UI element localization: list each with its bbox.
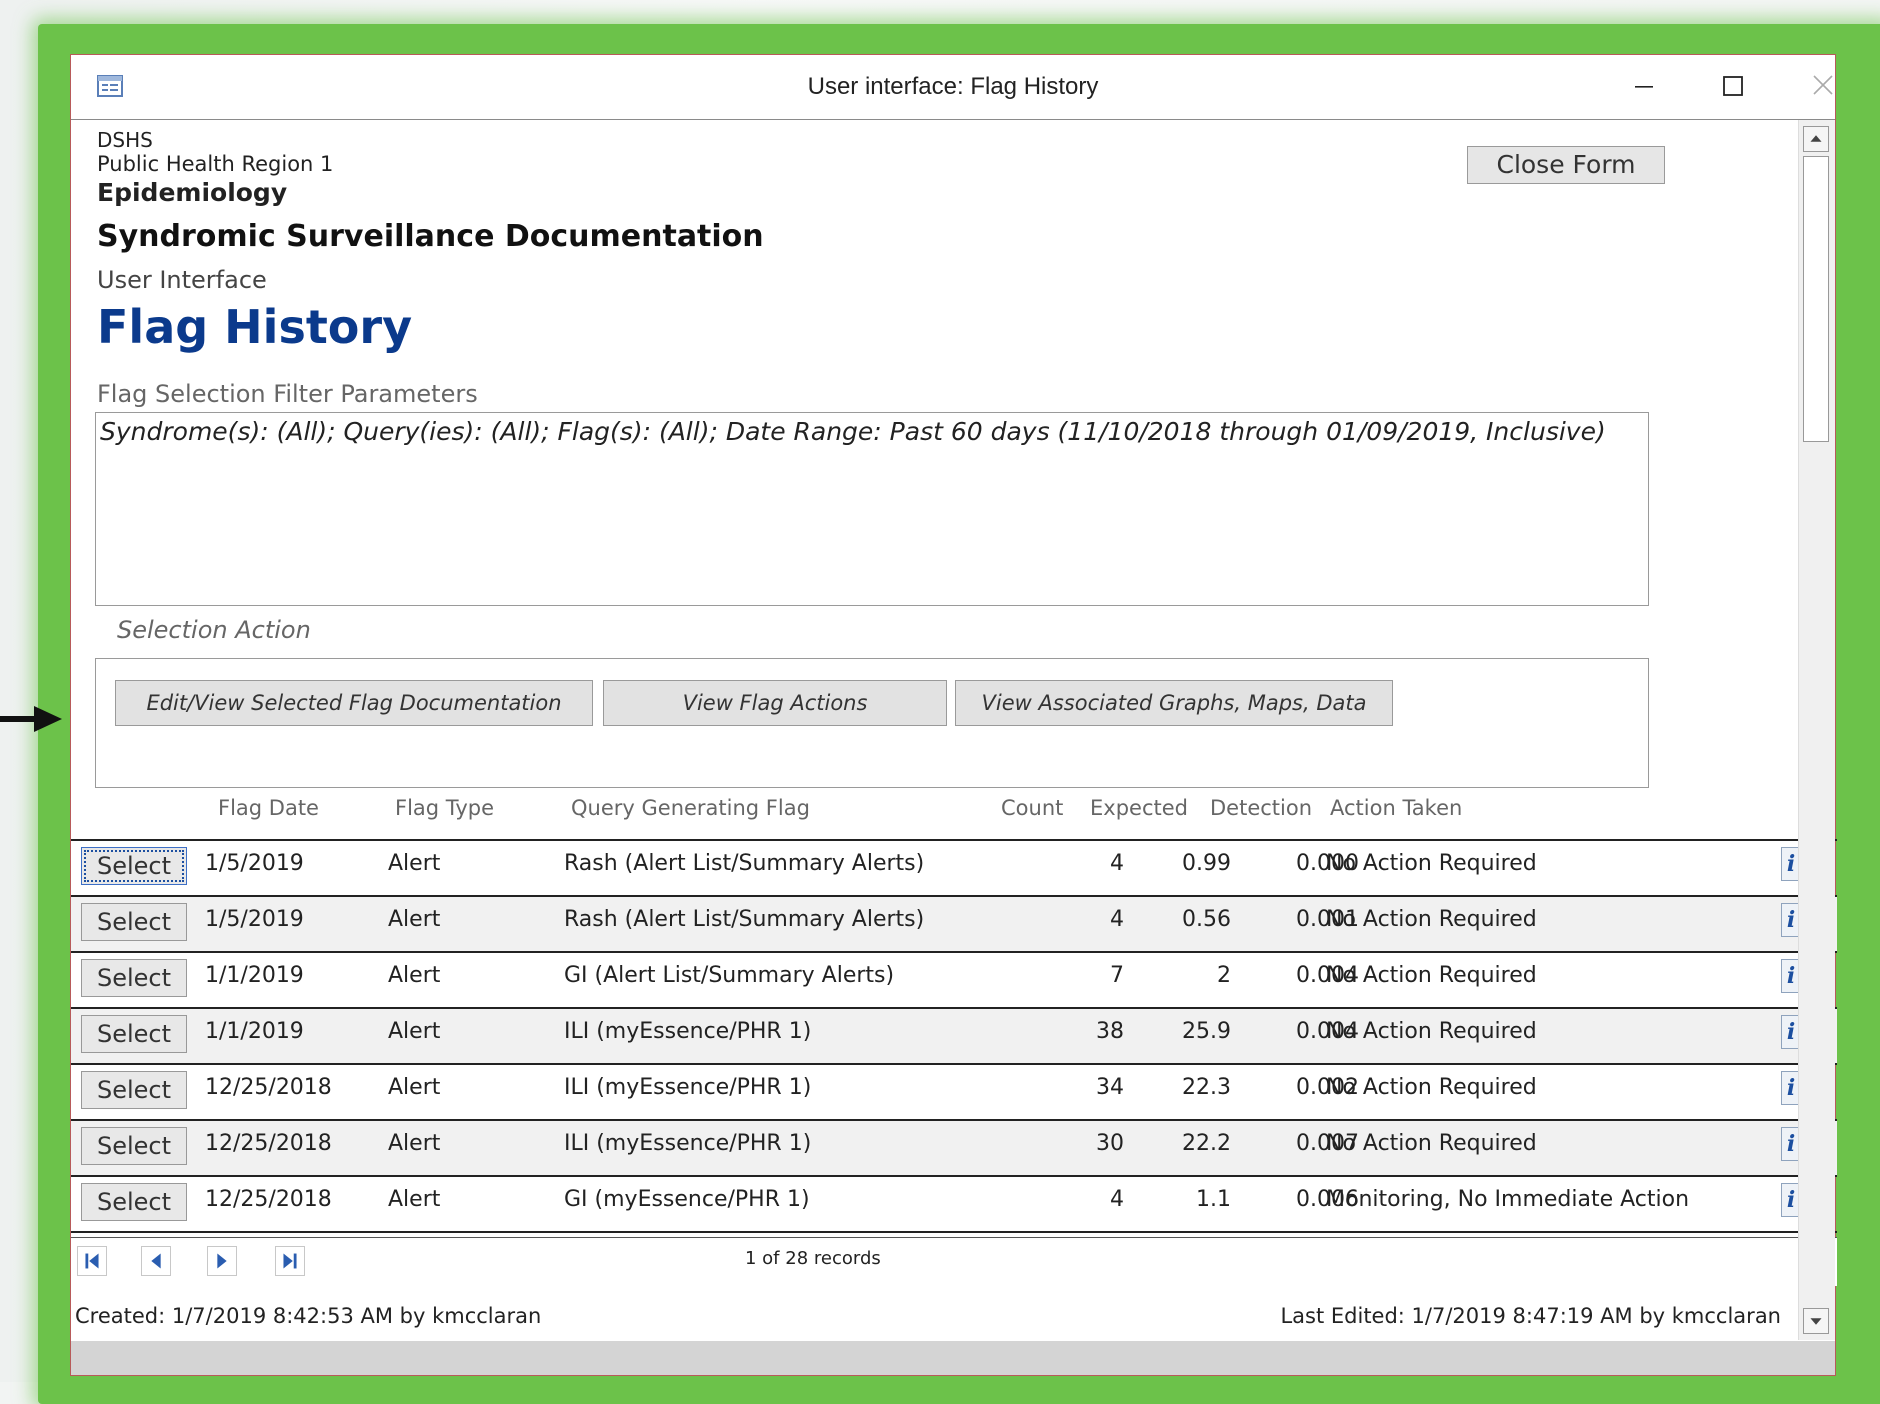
access-form-window: User interface: Flag History DSHS Public…: [70, 54, 1837, 1376]
department-name: Epidemiology: [97, 178, 288, 207]
cell-query: GI (Alert List/Summary Alerts): [564, 963, 895, 988]
cell-count: 38: [1096, 1019, 1124, 1044]
next-record-icon[interactable]: [207, 1246, 237, 1276]
cell-flag-type: Alert: [388, 851, 441, 876]
table-row[interactable]: Select 12/25/2018 Alert ILI (myEssence/PHR …: [71, 1063, 1837, 1119]
cell-count: 34: [1096, 1075, 1124, 1100]
maximize-icon[interactable]: [1713, 69, 1753, 103]
select-row-button[interactable]: Select: [81, 1071, 187, 1109]
cell-count: 7: [1110, 963, 1124, 988]
vertical-scrollbar[interactable]: [1798, 120, 1835, 1340]
page-title: Flag History: [97, 300, 413, 354]
table-row[interactable]: Select 1/5/2019 Alert Rash (Alert List/Summ…: [71, 895, 1837, 951]
view-flag-actions-button[interactable]: View Flag Actions: [603, 680, 947, 726]
select-row-button[interactable]: Select: [81, 1127, 187, 1165]
cell-query: ILI (myEssence/PHR 1): [564, 1131, 812, 1156]
scrollbar-thumb[interactable]: [1803, 156, 1829, 442]
select-row-button[interactable]: Select: [81, 847, 187, 885]
edit-view-documentation-button[interactable]: Edit/View Selected Flag Documentation: [115, 680, 593, 726]
last-edited-info: Last Edited: 1/7/2019 8:47:19 AM by kmcc…: [1280, 1304, 1781, 1328]
cell-flag-type: Alert: [388, 1075, 441, 1100]
title-bar: User interface: Flag History: [71, 55, 1835, 119]
cell-flag-date: 1/1/2019: [205, 963, 304, 988]
cell-flag-date: 1/5/2019: [205, 907, 304, 932]
select-row-button[interactable]: Select: [81, 1015, 187, 1053]
cell-action-taken: No Action Required: [1326, 851, 1537, 876]
scroll-up-icon[interactable]: [1803, 126, 1829, 152]
first-record-icon[interactable]: [77, 1246, 107, 1276]
table-row[interactable]: Select 1/1/2019 Alert ILI (myEssence/PHR 1)…: [71, 1007, 1837, 1063]
cell-expected: 0.56: [1182, 907, 1231, 932]
record-navigation-bar: 1 of 28 records: [71, 1237, 1837, 1286]
section-name: User Interface: [97, 266, 267, 294]
cell-expected: 22.2: [1182, 1131, 1231, 1156]
cell-flag-type: Alert: [388, 963, 441, 988]
close-form-button[interactable]: Close Form: [1467, 146, 1665, 184]
document-title: Syndromic Surveillance Documentation: [97, 219, 764, 254]
cell-query: GI (myEssence/PHR 1): [564, 1187, 810, 1212]
window-title: User interface: Flag History: [807, 73, 1099, 100]
cell-action-taken: No Action Required: [1326, 1019, 1537, 1044]
cell-action-taken: No Action Required: [1326, 1075, 1537, 1100]
column-header-expected: Expected: [1090, 796, 1188, 820]
cell-flag-date: 12/25/2018: [205, 1075, 332, 1100]
cell-count: 4: [1110, 907, 1124, 932]
flag-history-table: Select 1/5/2019 Alert Rash (Alert List/Summ…: [71, 839, 1837, 1239]
cell-flag-type: Alert: [388, 1019, 441, 1044]
cell-action-taken: Monitoring, No Immediate Action: [1326, 1187, 1690, 1212]
region-name: Public Health Region 1: [97, 152, 334, 176]
table-row[interactable]: Select 12/25/2018 Alert ILI (myEssence/PHR …: [71, 1119, 1837, 1175]
cell-query: ILI (myEssence/PHR 1): [564, 1019, 812, 1044]
cell-count: 4: [1110, 851, 1124, 876]
form-body: DSHS Public Health Region 1 Epidemiology…: [71, 120, 1837, 1340]
cell-action-taken: No Action Required: [1326, 963, 1537, 988]
minimize-icon[interactable]: [1623, 69, 1663, 103]
close-icon[interactable]: [1803, 69, 1843, 103]
cell-flag-type: Alert: [388, 1131, 441, 1156]
table-row[interactable]: Select 1/1/2019 Alert GI (Alert List/Summar…: [71, 951, 1837, 1007]
cell-count: 4: [1110, 1187, 1124, 1212]
last-record-icon[interactable]: [275, 1246, 305, 1276]
cell-expected: 0.99: [1182, 851, 1231, 876]
cell-query: Rash (Alert List/Summary Alerts): [564, 907, 925, 932]
filter-parameters-field[interactable]: Syndrome(s): (All); Query(ies): (All); F…: [95, 412, 1649, 606]
previous-record-icon[interactable]: [141, 1246, 171, 1276]
cell-expected: 22.3: [1182, 1075, 1231, 1100]
table-row[interactable]: Select 1/5/2019 Alert Rash (Alert List/Summ…: [71, 839, 1837, 895]
cell-flag-date: 12/25/2018: [205, 1131, 332, 1156]
view-graphs-maps-data-button[interactable]: View Associated Graphs, Maps, Data: [955, 680, 1393, 726]
cell-action-taken: No Action Required: [1326, 907, 1537, 932]
cell-expected: 25.9: [1182, 1019, 1231, 1044]
cell-action-taken: No Action Required: [1326, 1131, 1537, 1156]
record-count: 1 of 28 records: [745, 1248, 881, 1269]
column-header-query: Query Generating Flag: [571, 796, 810, 820]
cell-flag-date: 1/1/2019: [205, 1019, 304, 1044]
cell-expected: 1.1: [1196, 1187, 1231, 1212]
column-header-count: Count: [1001, 796, 1064, 820]
filter-label: Flag Selection Filter Parameters: [97, 380, 478, 408]
pointer-arrow-icon: [0, 706, 62, 732]
cell-query: Rash (Alert List/Summary Alerts): [564, 851, 925, 876]
cell-count: 30: [1096, 1131, 1124, 1156]
created-info: Created: 1/7/2019 8:42:53 AM by kmcclara…: [75, 1304, 542, 1328]
scroll-down-icon[interactable]: [1803, 1308, 1829, 1334]
cell-query: ILI (myEssence/PHR 1): [564, 1075, 812, 1100]
cell-flag-type: Alert: [388, 907, 441, 932]
selection-action-legend: Selection Action: [107, 616, 321, 644]
column-header-detection: Detection: [1210, 796, 1313, 820]
select-row-button[interactable]: Select: [81, 903, 187, 941]
cell-expected: 2: [1217, 963, 1231, 988]
status-bar: [71, 1341, 1835, 1375]
org-name: DSHS: [97, 128, 153, 152]
select-row-button[interactable]: Select: [81, 959, 187, 997]
column-header-flag-type: Flag Type: [395, 796, 495, 820]
cell-flag-date: 1/5/2019: [205, 851, 304, 876]
column-header-action-taken: Action Taken: [1330, 796, 1463, 820]
cell-flag-type: Alert: [388, 1187, 441, 1212]
cell-flag-date: 12/25/2018: [205, 1187, 332, 1212]
table-row[interactable]: Select 12/25/2018 Alert GI (myEssence/PHR 1…: [71, 1175, 1837, 1231]
select-row-button[interactable]: Select: [81, 1183, 187, 1221]
column-header-flag-date: Flag Date: [218, 796, 319, 820]
